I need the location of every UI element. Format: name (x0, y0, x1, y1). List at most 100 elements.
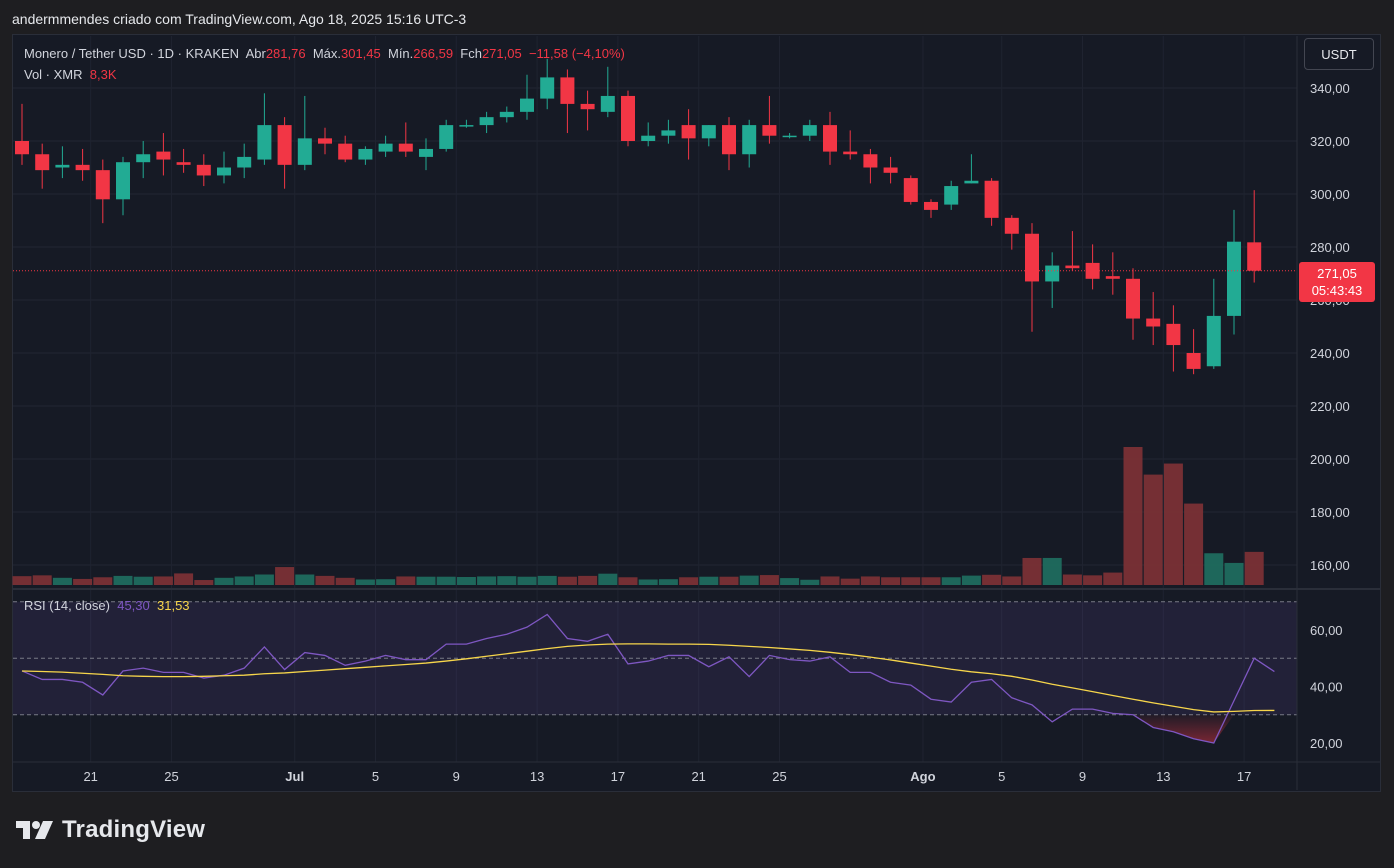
candle-body (237, 156, 252, 168)
candle-body (398, 143, 413, 152)
time-axis-label: 25 (772, 769, 786, 784)
candle-body (843, 151, 858, 155)
volume-bar (739, 575, 759, 585)
volume-bar (820, 576, 840, 585)
candle-body (15, 141, 29, 155)
time-axis-label: 5 (372, 769, 379, 784)
volume-bar (416, 576, 436, 585)
chart-canvas[interactable]: 160,00180,00200,00220,00240,00260,00280,… (0, 0, 1394, 800)
volume-bar (1123, 447, 1143, 585)
candle-body (338, 143, 353, 160)
currency-button[interactable]: USDT (1304, 38, 1374, 70)
candle-body (722, 125, 736, 155)
volume-bar (113, 575, 133, 585)
volume-bar (1163, 463, 1183, 585)
volume-bar (52, 577, 72, 585)
volume-bar (12, 576, 32, 585)
volume-bar (93, 577, 113, 585)
volume-bar (1042, 557, 1062, 585)
candle-body (1186, 353, 1201, 369)
candle-body (1025, 233, 1039, 282)
candle-body (95, 170, 110, 200)
volume-bar (1143, 474, 1163, 585)
rsi-value: 45,30 (117, 598, 150, 613)
candle-body (924, 201, 938, 210)
volume-label[interactable]: Vol · XMR (24, 67, 83, 82)
candle-body (863, 154, 878, 168)
time-axis-label: 13 (530, 769, 544, 784)
symbol-legend[interactable]: Monero / Tether USD · 1D · KRAKEN Abr281… (24, 46, 625, 61)
candle-body (641, 135, 656, 141)
candle-body (621, 95, 635, 141)
volume-bar (73, 578, 93, 585)
time-axis-label: 17 (1237, 769, 1251, 784)
low-label: Mín. (387, 46, 414, 61)
open-label: Abr (245, 46, 266, 61)
rsi-axis-label: 40,00 (1310, 680, 1343, 695)
candle-body (1227, 241, 1241, 316)
time-axis-label: 21 (83, 769, 97, 784)
rsi-axis-label: 20,00 (1310, 736, 1343, 751)
volume-bar (497, 576, 517, 585)
rsi-label[interactable]: RSI (14, close) (24, 598, 110, 613)
close-label: Fch (460, 46, 482, 61)
time-axis-label: 5 (998, 769, 1005, 784)
rsi-axis-label: 60,00 (1310, 623, 1343, 638)
volume-bar (477, 576, 497, 585)
volume-bar (194, 580, 214, 585)
candle-body (35, 154, 50, 171)
volume-bar (901, 577, 921, 585)
rsi-legend[interactable]: RSI (14, close) 45,30 31,53 (24, 598, 190, 613)
volume-bar (517, 576, 537, 585)
open-value: 281,76 (265, 46, 306, 61)
price-axis-label: 300,00 (1310, 187, 1350, 202)
candle-body (661, 130, 676, 136)
candle-body (1045, 265, 1060, 282)
candle-body (964, 180, 979, 184)
candle-body (1126, 278, 1140, 319)
volume-bar (658, 579, 678, 585)
candle-body (116, 162, 130, 200)
volume-bar (153, 576, 173, 585)
volume-bar (32, 575, 52, 585)
candle-body (75, 164, 90, 171)
candle-body (802, 125, 817, 136)
price-axis-label: 320,00 (1310, 134, 1350, 149)
price-axis-label: 340,00 (1310, 81, 1350, 96)
price-axis-label: 240,00 (1310, 346, 1350, 361)
candle-body (742, 125, 757, 155)
symbol-name[interactable]: Monero / Tether USD · 1D · KRAKEN (24, 46, 239, 61)
volume-legend[interactable]: Vol · XMR 8,3K (24, 67, 117, 82)
volume-bar (1103, 572, 1123, 585)
time-axis-label: 17 (611, 769, 625, 784)
candle-body (257, 125, 272, 160)
tradingview-logo[interactable]: TradingView (16, 816, 205, 844)
volume-bar (1244, 551, 1264, 585)
volume-bar (537, 575, 557, 585)
high-value: 301,45 (340, 46, 381, 61)
low-value: 266,59 (413, 46, 454, 61)
candle-body (217, 167, 231, 176)
candle-body (540, 77, 555, 99)
volume-bar (214, 577, 234, 585)
candle-body (419, 148, 433, 157)
volume-bar (759, 575, 779, 585)
candle-body (600, 95, 615, 112)
candle-body (156, 151, 171, 160)
candle-body (1166, 323, 1181, 346)
candle-body (823, 125, 837, 152)
candle-body (580, 103, 595, 110)
candle-body (1146, 318, 1161, 327)
volume-bar (578, 575, 598, 585)
change-value: −11,58 (−4,10%) (528, 46, 625, 61)
volume-bar (254, 574, 274, 585)
volume-bar (881, 577, 901, 585)
candle-body (944, 186, 959, 205)
volume-bar (1224, 562, 1244, 585)
current-price-tag: 271,05 05:43:43 (1299, 262, 1375, 302)
candle-body (459, 125, 474, 127)
volume-bar (598, 573, 618, 585)
volume-bar (275, 567, 295, 585)
time-axis-label: Ago (910, 769, 935, 784)
volume-value: 8,3K (89, 67, 117, 82)
